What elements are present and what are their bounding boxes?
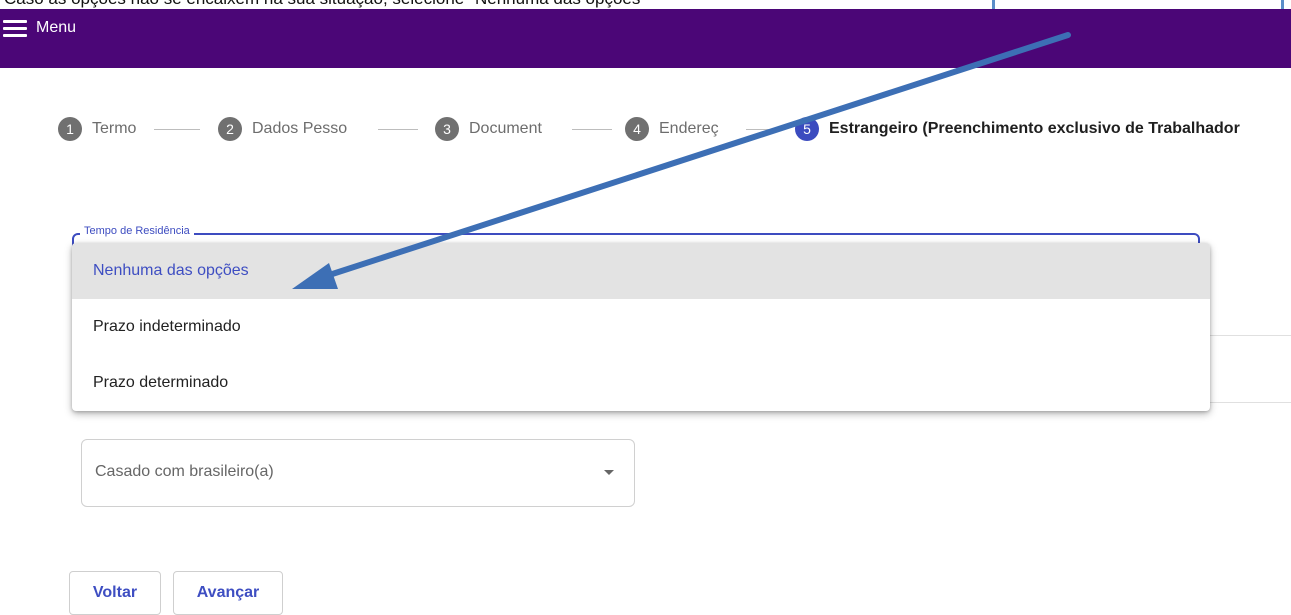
progress-stepper: 1 Termo 2 Dados Pesso 3 Document 4 Ender… (58, 114, 1291, 144)
annotation-caption-strip: Caso as opções não se encaixem na sua si… (0, 0, 1291, 9)
married-to-brazilian-select[interactable]: Casado com brasileiro(a) (81, 439, 635, 507)
step-estrangeiro[interactable]: 5 Estrangeiro (Preenchimento exclusivo d… (795, 114, 1240, 144)
step-connector (746, 129, 784, 130)
step-termo[interactable]: 1 Termo (58, 114, 136, 144)
annotation-highlight-box (992, 0, 1284, 9)
step-connector (154, 129, 200, 130)
annotation-caption: Caso as opções não se encaixem na sua si… (4, 0, 646, 9)
residence-time-label: Tempo de Residência (80, 225, 194, 237)
divider (1210, 335, 1291, 336)
step-label: Endereç (659, 120, 719, 137)
step-label: Dados Pesso (252, 120, 348, 137)
menu-button[interactable]: Menu (0, 13, 76, 43)
step-label: Termo (92, 120, 137, 137)
top-app-bar: Menu (0, 0, 1291, 68)
hamburger-icon (0, 17, 30, 39)
residence-time-menu: Nenhuma das opções Prazo indeterminado P… (72, 243, 1210, 411)
step-endereco[interactable]: 4 Endereç (625, 114, 719, 144)
select-value: Casado com brasileiro(a) (95, 463, 274, 480)
step-number: 4 (625, 117, 649, 141)
step-label: Document (469, 120, 542, 137)
step-documentos[interactable]: 3 Document (435, 114, 542, 144)
next-button[interactable]: Avançar (173, 571, 283, 615)
step-dados-pessoais[interactable]: 2 Dados Pesso (218, 114, 347, 144)
step-number: 2 (218, 117, 242, 141)
menu-label: Menu (36, 19, 77, 36)
chevron-down-icon (604, 470, 614, 475)
step-label: Estrangeiro (Preenchimento exclusivo de … (829, 120, 1240, 137)
step-number: 1 (58, 117, 82, 141)
step-number: 3 (435, 117, 459, 141)
option-prazo-determinado[interactable]: Prazo determinado (72, 355, 1210, 411)
step-connector (572, 129, 612, 130)
divider (1210, 402, 1291, 403)
step-number: 5 (795, 117, 819, 141)
option-prazo-indeterminado[interactable]: Prazo indeterminado (72, 299, 1210, 355)
option-nenhuma[interactable]: Nenhuma das opções (72, 243, 1210, 299)
step-connector (378, 129, 418, 130)
back-button[interactable]: Voltar (69, 571, 161, 615)
